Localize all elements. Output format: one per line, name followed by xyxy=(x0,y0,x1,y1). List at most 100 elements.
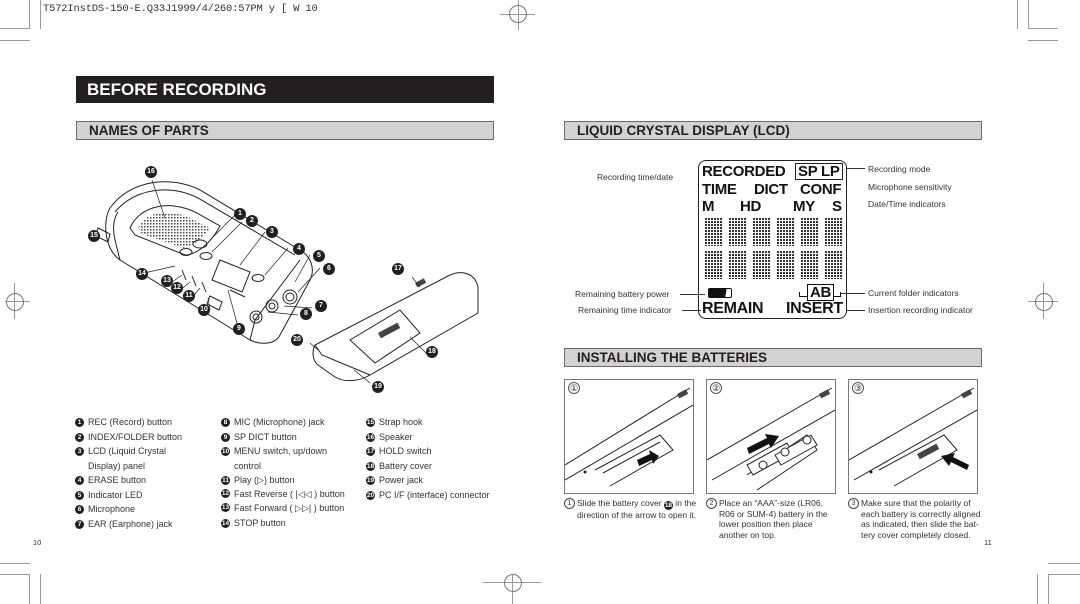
callout-9: 9 xyxy=(233,323,245,335)
battery-step-2-figure: ② xyxy=(706,379,836,494)
lcd-digit xyxy=(776,250,795,279)
part-item-continued: Display) panel xyxy=(88,460,146,471)
crop-mark xyxy=(1028,0,1029,29)
part-number-badge: 11 xyxy=(221,476,230,485)
callout-14: 14 xyxy=(136,268,148,280)
part-ref-badge: 18 xyxy=(663,501,673,510)
lcd-digit xyxy=(728,250,747,279)
callout-19: 19 xyxy=(372,381,384,393)
crop-mark xyxy=(0,40,30,41)
battery-step-2-text: 2 Place an “AAA”-size (LR06, R06 or SUM-4… xyxy=(706,498,834,540)
part-item: 6 Microphone xyxy=(75,502,182,517)
part-number-badge: 10 xyxy=(221,447,230,456)
crop-mark xyxy=(1028,40,1058,41)
part-number-badge: 12 xyxy=(221,488,230,498)
lcd-hd: HD xyxy=(740,198,762,215)
part-number-badge: 20 xyxy=(366,490,375,500)
callout-17: 17 xyxy=(392,263,404,275)
battery-step-1-figure: ① xyxy=(564,379,694,494)
crop-mark xyxy=(1048,574,1049,604)
part-item: 1 REC (Record) button xyxy=(75,415,182,430)
label-remaining-battery: Remaining battery power xyxy=(575,289,670,299)
parts-list-col-2: 8 MIC (Microphone) jack 9 SP DICT button 1… xyxy=(221,415,345,530)
lcd-my: MY xyxy=(793,198,815,215)
leader-line xyxy=(846,168,865,169)
crop-mark xyxy=(0,563,30,564)
crop-mark xyxy=(0,28,30,29)
part-item: 7 EAR (Earphone) jack xyxy=(75,517,182,532)
part-item: 15 Strap hook xyxy=(366,417,423,427)
lcd-heading: LIQUID CRYSTAL DISPLAY (LCD) xyxy=(564,121,982,140)
crop-mark xyxy=(40,0,41,29)
part-number-badge: 18 xyxy=(366,461,375,471)
part-item: 16 Speaker xyxy=(366,431,413,442)
part-number-badge: 6 xyxy=(75,505,84,514)
label-recording-time-date: Recording time/date xyxy=(597,172,674,182)
lcd-recorded: RECORDED xyxy=(702,163,786,180)
crop-mark xyxy=(0,574,30,575)
parts-list-col-3: 15 Strap hook 16 Speaker 17 HOLD switch 18 B… xyxy=(366,415,490,502)
part-number-badge: 8 xyxy=(221,418,230,427)
battery-step-3-figure: ③ xyxy=(848,379,978,494)
label-date-time: Date/Time indicators xyxy=(868,199,946,209)
callout-12: 12 xyxy=(171,282,183,294)
crop-mark xyxy=(1037,574,1038,604)
lcd-digit xyxy=(800,250,819,279)
part-item: 14 STOP button xyxy=(221,517,286,528)
part-number-badge: 1 xyxy=(75,418,84,427)
names-of-parts-heading: NAMES OF PARTS xyxy=(76,121,494,140)
lcd-digit xyxy=(704,217,723,246)
leader-line xyxy=(682,310,701,311)
lcd-digit xyxy=(752,250,771,279)
fast-reverse-icon: |◁◁ xyxy=(295,488,312,499)
lcd-sp-lp: SP LP xyxy=(795,163,843,180)
crop-mark xyxy=(1028,28,1058,29)
part-number-badge: 17 xyxy=(366,447,375,456)
lcd-digit xyxy=(752,217,771,246)
print-slug: T572InstDS-150-E.Q33J1999/4/260:57PM y [… xyxy=(43,3,318,15)
lcd-remain: REMAIN xyxy=(702,300,764,317)
label-current-folder: Current folder indicators xyxy=(868,288,959,298)
leader-line xyxy=(680,294,705,295)
part-item: 8 MIC (Microphone) jack xyxy=(221,415,345,430)
lcd-conf: CONF xyxy=(800,181,842,198)
part-item: 13 Fast Forward ( ▷▷| ) button xyxy=(221,500,345,516)
battery-step-1-text: 1 Slide the battery cover 18 in the direc… xyxy=(564,498,698,521)
callout-10: 10 xyxy=(198,304,210,316)
callout-5: 5 xyxy=(313,250,325,262)
leader-line xyxy=(840,293,865,294)
callout-11: 11 xyxy=(183,290,195,302)
part-item: 2 INDEX/FOLDER button xyxy=(75,430,182,445)
lcd-m: M xyxy=(702,198,715,215)
part-number-badge: 15 xyxy=(366,418,375,427)
lcd-folder-ab: AB xyxy=(807,284,835,301)
part-item: 3 LCD (Liquid Crystal xyxy=(75,444,182,459)
label-recording-mode: Recording mode xyxy=(868,164,931,174)
page-number-left: 10 xyxy=(33,538,42,547)
leader-line xyxy=(846,310,865,311)
callout-3: 3 xyxy=(266,226,278,238)
callout-13: 13 xyxy=(161,275,173,287)
lcd-digit xyxy=(824,250,843,279)
part-item: 19 Power jack xyxy=(366,475,424,485)
page-number-right: 11 xyxy=(984,538,992,547)
crop-mark xyxy=(1017,0,1018,29)
part-number-badge: 14 xyxy=(221,518,230,528)
callout-2: 2 xyxy=(246,215,258,227)
part-number-badge: 19 xyxy=(366,476,375,485)
crop-mark xyxy=(29,574,30,604)
battery-step-3-text: 3 Make sure that the polarity of each bat… xyxy=(848,498,982,540)
part-number-badge: 9 xyxy=(221,432,230,442)
callout-16: 16 xyxy=(145,166,157,178)
battery-icon xyxy=(708,288,732,298)
label-insertion: Insertion recording indicator xyxy=(868,305,973,315)
callout-15: 15 xyxy=(88,230,100,242)
part-item: 17 HOLD switch xyxy=(366,446,432,456)
part-number-badge: 7 xyxy=(75,519,84,529)
part-item: 12 Fast Reverse ( |◁◁ ) button xyxy=(221,488,345,499)
callout-20: 20 xyxy=(291,334,303,346)
part-number-badge: 13 xyxy=(221,502,230,512)
lcd-digit xyxy=(776,217,795,246)
part-item: 18 Battery cover xyxy=(366,460,433,471)
recorder-back-illustration xyxy=(309,272,479,384)
